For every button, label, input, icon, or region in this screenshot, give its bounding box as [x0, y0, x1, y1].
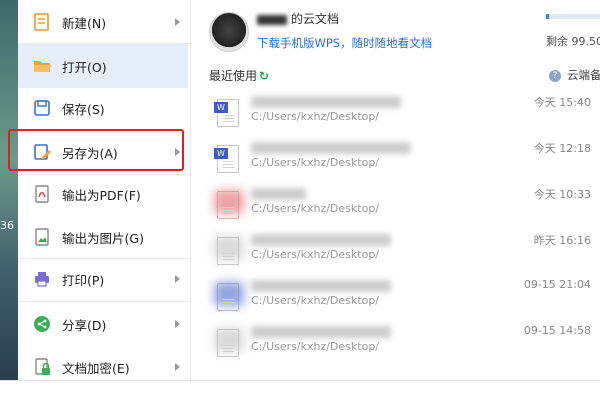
help-icon: ? [549, 69, 561, 82]
chevron-right-icon [175, 18, 180, 26]
file-time: 今天 12:18 [533, 142, 591, 155]
export-pdf-icon [32, 184, 52, 204]
document-icon [214, 236, 244, 265]
encrypt-icon [32, 357, 52, 377]
file-path: C:/Users/kxhz/Desktop/ [251, 156, 380, 169]
new-icon [32, 12, 52, 32]
save-icon [32, 98, 52, 118]
menu-item-label: 分享(D) [62, 317, 107, 333]
menu-item-label: 保存(S) [62, 101, 105, 117]
folder-open-icon [32, 56, 52, 76]
share-icon [32, 314, 52, 334]
menu-item-open[interactable]: 打开(O) [18, 44, 188, 88]
storage-quota-text: 剩余 99.50 [546, 35, 600, 48]
menu-item-label: 打开(O) [62, 59, 107, 75]
bottom-bar [0, 380, 600, 396]
file-menu: 新建(N) 打开(O) 保存(S) 另存为(A) 输出为PDF(F) 输出为图片… [18, 0, 190, 380]
recent-file-row[interactable]: C:/Users/kxhz/Desktop/昨天 16:16 [191, 230, 600, 276]
menu-item-label: 打印(P) [62, 272, 105, 288]
file-path: C:/Users/kxhz/Desktop/ [251, 202, 380, 215]
printer-icon [32, 269, 52, 289]
file-name-redacted [251, 234, 391, 246]
file-time: 今天 15:40 [533, 96, 591, 109]
file-path: C:/Users/kxhz/Desktop/ [251, 248, 380, 261]
recent-panel: 的云文档 下载手机版WPS，随时随地看文档 剩余 99.50 最近使用 ↻ ? 云端… [190, 0, 600, 380]
recent-file-row[interactable]: C:/Users/kxhz/Desktop/09-15 21:04 [191, 276, 600, 322]
menu-item-label: 输出为图片(G) [62, 230, 144, 246]
menu-item-label: 文档加密(E) [62, 360, 130, 376]
file-time: 昨天 16:16 [533, 234, 591, 247]
document-icon [214, 190, 244, 219]
export-image-icon [32, 227, 52, 247]
file-time: 今天 10:33 [533, 188, 591, 201]
menu-item-share[interactable]: 分享(D) [18, 302, 188, 346]
file-name-redacted [251, 280, 391, 292]
download-mobile-link[interactable]: 下载手机版WPS，随时随地看文档 [257, 35, 432, 51]
menu-item-label: 输出为PDF(F) [62, 187, 141, 203]
recent-file-row[interactable]: W C:/Users/kxhz/Desktop/今天 12:18 [191, 138, 600, 184]
user-name: 的云文档 [257, 10, 339, 27]
document-icon: W [214, 145, 239, 173]
avatar[interactable] [209, 12, 249, 52]
chevron-right-icon [175, 320, 180, 328]
file-name-redacted [251, 188, 306, 200]
highlight-box [8, 129, 184, 171]
menu-item-save[interactable]: 保存(S) [18, 86, 188, 130]
desktop-number: 36 [0, 219, 14, 232]
file-time: 09-15 21:04 [523, 278, 591, 291]
file-path: C:/Users/kxhz/Desktop/ [251, 340, 380, 353]
recent-file-row[interactable]: C:/Users/kxhz/Desktop/今天 10:33 [191, 184, 600, 230]
menu-item-export-pdf[interactable]: 输出为PDF(F) [18, 172, 188, 216]
desktop-background: 36 [0, 0, 18, 395]
chevron-right-icon [175, 275, 180, 283]
document-icon [214, 282, 244, 311]
chevron-right-icon [175, 363, 180, 371]
file-name-redacted [251, 96, 401, 108]
recent-file-row[interactable]: C:/Users/kxhz/Desktop/09-15 14:58 [191, 322, 600, 368]
file-name-redacted [251, 326, 391, 338]
refresh-icon[interactable]: ↻ [259, 69, 269, 83]
file-path: C:/Users/kxhz/Desktop/ [251, 110, 380, 123]
menu-item-new[interactable]: 新建(N) [18, 0, 188, 44]
menu-item-label: 新建(N) [62, 15, 107, 31]
document-icon [214, 328, 244, 357]
menu-item-export-image[interactable]: 输出为图片(G) [18, 215, 188, 259]
file-time: 09-15 14:58 [523, 324, 591, 337]
file-path: C:/Users/kxhz/Desktop/ [251, 294, 380, 307]
recent-title: 最近使用 ↻ [209, 69, 270, 83]
document-icon: W [214, 99, 239, 127]
cloud-backup[interactable]: ? 云端备 [549, 67, 600, 83]
file-name-redacted [251, 142, 411, 154]
menu-item-print[interactable]: 打印(P) [18, 257, 188, 301]
storage-quota-bar [546, 14, 600, 19]
recent-file-row[interactable]: W C:/Users/kxhz/Desktop/今天 15:40 [191, 92, 600, 138]
